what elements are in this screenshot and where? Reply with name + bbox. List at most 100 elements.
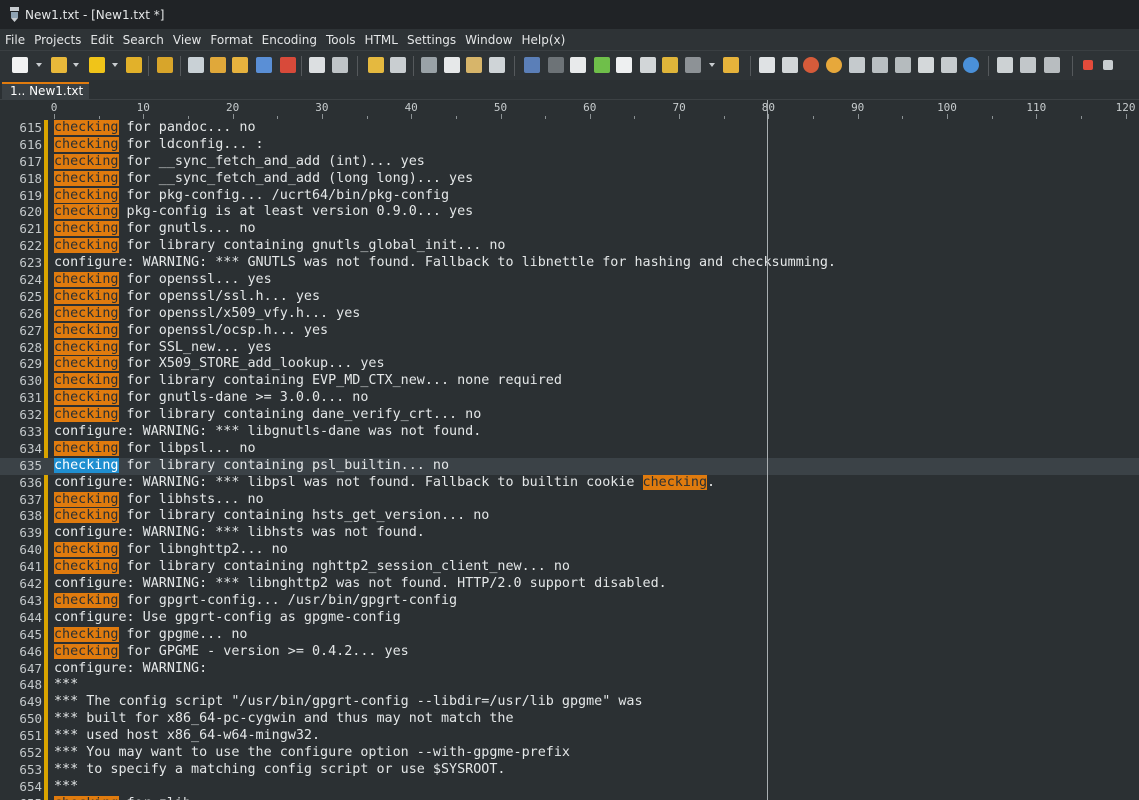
print-preview-icon[interactable] (309, 57, 325, 73)
new-file-dropdown-icon[interactable] (36, 63, 42, 67)
editor-line[interactable]: 637 checking for libhsts... no (0, 491, 1139, 509)
print-icon[interactable] (332, 57, 348, 73)
line-numbers-icon[interactable] (570, 57, 586, 73)
editor-area[interactable]: 615 checking for pandoc... no 616 checking … (0, 120, 1139, 800)
menu-edit[interactable]: Edit (90, 33, 119, 47)
editor-line[interactable]: 634 checking for libpsl... no (0, 440, 1139, 458)
editor-line[interactable]: 617 checking for __sync_fetch_and_add (in… (0, 153, 1139, 171)
syntax-highlight-icon[interactable] (594, 57, 610, 73)
editor-line[interactable]: 651 *** used host x86_64-w64-mingw32. (0, 728, 1139, 745)
html-form-icon[interactable] (895, 57, 911, 73)
editor-line[interactable]: 652 *** You may want to use the configure… (0, 745, 1139, 762)
editor-line[interactable]: 640 checking for libnghttp2... no (0, 542, 1139, 559)
browser-preview-icon[interactable] (963, 57, 979, 73)
html-list-icon[interactable] (918, 57, 934, 73)
editor-line[interactable]: 620 checking pkg-config is at least versi… (0, 204, 1139, 221)
file-list-icon[interactable] (640, 57, 656, 73)
editor-line[interactable]: 648 *** (0, 677, 1139, 694)
html-toolbar-icon[interactable] (759, 57, 775, 73)
html-tag-icon[interactable] (849, 57, 865, 73)
tab-new1[interactable]: 1.. New1.txt (2, 82, 90, 100)
editor-line[interactable]: 625 checking for openssl/ssl.h... yes (0, 288, 1139, 306)
project-icon[interactable] (157, 57, 173, 73)
cut-icon[interactable] (421, 57, 437, 73)
editor-line[interactable]: 627 checking for openssl/ocsp.h... yes (0, 322, 1139, 340)
delete-icon[interactable] (489, 57, 505, 73)
word-wrap-icon[interactable] (524, 57, 540, 73)
editor-line[interactable]: 650 *** built for x86_64-pc-cygwin and th… (0, 711, 1139, 728)
macro-list-icon[interactable] (1020, 57, 1036, 73)
editor-line[interactable]: 633 configure: WARNING: *** libgnutls-dan… (0, 424, 1139, 441)
menu-encoding[interactable]: Encoding (262, 33, 323, 47)
replace-icon[interactable] (232, 57, 248, 73)
editor-line[interactable]: 643 checking for gpgrt-config... /usr/bin… (0, 592, 1139, 610)
editor-line[interactable]: 647 configure: WARNING: (0, 661, 1139, 678)
paste-icon[interactable] (466, 57, 482, 73)
editor-line[interactable]: 644 configure: Use gpgrt-config as gpgme-… (0, 610, 1139, 627)
editor-line[interactable]: 641 checking for library containing nghtt… (0, 559, 1139, 576)
editor-line[interactable]: 622 checking for library containing gnutl… (0, 238, 1139, 255)
editor-line[interactable]: 654 *** (0, 779, 1139, 796)
show-whitespace-icon[interactable] (548, 57, 564, 73)
menu-search[interactable]: Search (123, 33, 170, 47)
editor-line[interactable]: 619 checking for pkg-config... /ucrt64/bi… (0, 187, 1139, 205)
lock-icon[interactable] (662, 57, 678, 73)
editor-line[interactable]: 638 checking for library containing hsts_… (0, 508, 1139, 525)
editor-line[interactable]: 615 checking for pandoc... no (0, 120, 1139, 137)
html-link-icon[interactable] (872, 57, 888, 73)
ctags-icon[interactable] (1044, 57, 1060, 73)
pin-icon[interactable] (723, 57, 739, 73)
record-macro-icon[interactable] (1083, 60, 1093, 70)
spell-check-icon[interactable] (685, 57, 701, 73)
menu-window[interactable]: Window (465, 33, 518, 47)
editor-line[interactable]: 621 checking for gnutls... no (0, 221, 1139, 238)
toolbar-options-icon[interactable] (1103, 60, 1113, 70)
menu-help[interactable]: Help(x) (522, 33, 572, 47)
new-file-icon[interactable] (12, 57, 28, 73)
editor-line[interactable]: 655 checking for zlib... (0, 795, 1139, 800)
editor-line[interactable]: 623 configure: WARNING: *** GNUTLS was no… (0, 255, 1139, 272)
menu-format[interactable]: Format (210, 33, 258, 47)
editor-line[interactable]: 631 checking for gnutls-dane >= 3.0.0... … (0, 390, 1139, 407)
play-macro-icon[interactable] (997, 57, 1013, 73)
menu-settings[interactable]: Settings (407, 33, 462, 47)
html-filter-icon[interactable] (941, 57, 957, 73)
editor-line[interactable]: 646 checking for GPGME - version >= 0.4.2… (0, 643, 1139, 661)
open-folder-icon[interactable] (51, 57, 67, 73)
copy-icon[interactable] (444, 57, 460, 73)
editor-line[interactable]: 630 checking for library containing EVP_M… (0, 373, 1139, 390)
redo-icon[interactable] (390, 57, 406, 73)
html-table-icon[interactable] (782, 57, 798, 73)
image-icon[interactable] (826, 57, 842, 73)
editor-line[interactable]: 636 configure: WARNING: *** libpsl was no… (0, 474, 1139, 492)
find-icon[interactable] (188, 57, 204, 73)
editor-line[interactable]: 618 checking for __sync_fetch_and_add (lo… (0, 170, 1139, 188)
menu-projects[interactable]: Projects (34, 33, 87, 47)
bookmark-icon[interactable] (280, 57, 296, 73)
editor-line[interactable]: 642 configure: WARNING: *** libnghttp2 wa… (0, 576, 1139, 593)
menu-tools[interactable]: Tools (326, 33, 362, 47)
editor-line[interactable]: 645 checking for gpgme... no (0, 626, 1139, 644)
menu-file[interactable]: File (5, 33, 31, 47)
editor-line[interactable]: 629 checking for X509_STORE_add_lookup...… (0, 356, 1139, 373)
save-dropdown-icon[interactable] (112, 63, 118, 67)
find-next-icon[interactable] (210, 57, 226, 73)
color-picker-icon[interactable] (803, 57, 819, 73)
column-mode-icon[interactable] (616, 57, 632, 73)
menu-view[interactable]: View (173, 33, 207, 47)
find-in-files-icon[interactable] (256, 57, 272, 73)
editor-line[interactable]: 626 checking for openssl/x509_vfy.h... ye… (0, 305, 1139, 323)
editor-line[interactable]: 628 checking for SSL_new... yes (0, 339, 1139, 357)
editor-line[interactable]: 649 *** The config script "/usr/bin/gpgrt… (0, 694, 1139, 711)
editor-line[interactable]: 632 checking for library containing dane_… (0, 407, 1139, 424)
editor-line[interactable]: 639 configure: WARNING: *** libhsts was n… (0, 525, 1139, 542)
undo-icon[interactable] (368, 57, 384, 73)
editor-line[interactable]: 624 checking for openssl... yes (0, 272, 1139, 289)
editor-line[interactable]: 616 checking for ldconfig... : (0, 136, 1139, 154)
open-dropdown-icon[interactable] (73, 63, 79, 67)
menu-html[interactable]: HTML (365, 33, 404, 47)
save-all-icon[interactable] (126, 57, 142, 73)
current-line[interactable]: 635 checking for library containing psl_b… (0, 457, 1139, 475)
editor-line[interactable]: 653 *** to specify a matching config scri… (0, 762, 1139, 779)
save-icon[interactable] (89, 57, 105, 73)
